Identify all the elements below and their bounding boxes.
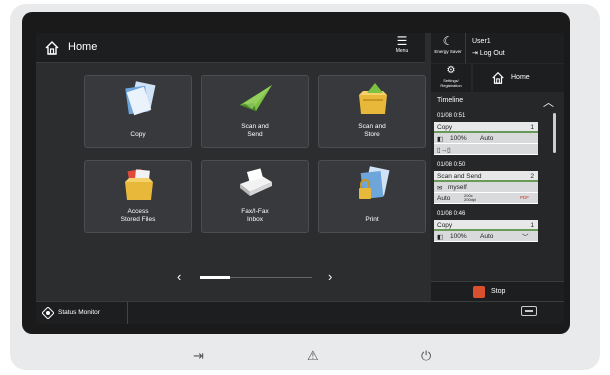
- job-layout-row: ▯→▯: [434, 144, 538, 155]
- home-button[interactable]: Home: [473, 64, 564, 92]
- job-name-row: Copy 1: [434, 220, 538, 231]
- next-page-button[interactable]: ›: [328, 269, 332, 284]
- stop-icon: [473, 286, 485, 298]
- tile-label: Copy: [130, 131, 146, 138]
- chevron-down-icon[interactable]: ﹀: [522, 231, 529, 241]
- job-count: 1: [530, 222, 534, 229]
- error-indicator-icon: ⚠: [307, 348, 319, 363]
- tile-label: Access Stored Files: [120, 208, 156, 223]
- settings-registration-button[interactable]: ⚙ Settings/ Registration: [431, 64, 471, 92]
- fax-inbox-icon: [240, 168, 272, 196]
- hamburger-icon: ☰: [396, 34, 408, 48]
- right-panel: ☾ Energy Saver User1 ⇥ Log Out ⚙ Setting…: [431, 33, 564, 301]
- home-icon: [492, 71, 504, 84]
- stop-button[interactable]: Stop: [431, 281, 564, 301]
- page-indicator: ‹ ›: [36, 269, 425, 285]
- tile-print[interactable]: Print: [318, 160, 426, 233]
- tile-fax-inbox[interactable]: Fax/I-Fax Inbox: [201, 160, 309, 233]
- user-name: User1: [472, 38, 491, 45]
- tile-label: Scan and Send: [241, 123, 269, 138]
- job-card[interactable]: Scan and Send 2 ✉ myself Auto 200x 200dp…: [434, 171, 538, 204]
- timeline-header: Timeline ︿: [431, 93, 564, 109]
- scan-send-icon: [240, 85, 272, 111]
- status-monitor-button[interactable]: Status Monitor: [36, 302, 128, 324]
- job-settings-row: ◧ 100% Auto: [434, 133, 538, 144]
- tile-scan-and-send[interactable]: Scan and Send: [201, 75, 309, 148]
- copy-icon: [125, 81, 156, 116]
- status-bar: Status Monitor: [36, 301, 564, 324]
- job-card[interactable]: Copy 1 ◧ 100% Auto ﹀: [434, 220, 538, 242]
- job-name: Copy: [437, 124, 453, 131]
- settings-label: Settings/ Registration: [440, 78, 462, 88]
- timeline-scrollbar[interactable]: [553, 113, 556, 153]
- status-monitor-icon: [42, 307, 54, 319]
- color-mode-icon: ◧: [437, 234, 444, 241]
- status-monitor-label: Status Monitor: [58, 309, 100, 316]
- job-format: PDF: [520, 195, 529, 200]
- job-card[interactable]: Copy 1 ◧ 100% Auto ▯→▯: [434, 122, 538, 155]
- tile-scan-and-store[interactable]: Scan and Store: [318, 75, 426, 148]
- layout-icon: ▯→▯: [437, 147, 451, 154]
- menu-button[interactable]: ☰ Menu: [380, 35, 424, 61]
- scan-store-icon: [359, 83, 387, 114]
- home-icon: [45, 41, 59, 55]
- moon-icon: ☾: [442, 34, 454, 48]
- job-name-row: Scan and Send 2: [434, 171, 538, 182]
- home-button-label: Home: [511, 74, 530, 81]
- power-icon[interactable]: ⏻: [421, 348, 431, 364]
- menu-label: Menu: [395, 48, 409, 54]
- energy-saver-button[interactable]: ☾ Energy Saver: [431, 33, 466, 63]
- user-area[interactable]: User1 ⇥ Log Out: [466, 33, 564, 63]
- job-name-row: Copy 1: [434, 122, 538, 133]
- job-zoom: 100%: [450, 233, 467, 240]
- prev-page-button[interactable]: ‹: [177, 269, 181, 284]
- counter-icon[interactable]: [521, 306, 537, 316]
- energy-saver-label: Energy Saver: [434, 49, 462, 54]
- timeline-label: Timeline: [437, 97, 464, 104]
- touch-screen: Home ☰ Menu Copy Scan and Send Scan and …: [36, 33, 564, 324]
- tile-copy[interactable]: Copy: [84, 75, 192, 148]
- page-thumb: [200, 276, 230, 279]
- job-time: 01/08 0:50: [437, 162, 466, 168]
- access-files-icon: [125, 168, 153, 200]
- job-name: Scan and Send: [437, 173, 482, 180]
- job-dest-row: ✉ myself: [434, 182, 538, 193]
- chevron-up-icon[interactable]: ︿: [543, 94, 554, 110]
- tile-label: Print: [365, 216, 379, 223]
- logout-button[interactable]: ⇥ Log Out: [472, 49, 505, 57]
- job-time: 01/08 0:51: [437, 113, 466, 119]
- job-name: Copy: [437, 222, 453, 229]
- email-icon: ✉: [437, 185, 443, 192]
- tile-access-stored-files[interactable]: Access Stored Files: [84, 160, 192, 233]
- job-mode: Auto: [437, 195, 451, 202]
- page-title: Home: [68, 41, 98, 53]
- job-mode: Auto: [480, 233, 494, 240]
- print-icon: [359, 166, 390, 199]
- job-count: 1: [530, 124, 534, 131]
- job-time: 01/08 0:46: [437, 211, 466, 217]
- tile-label: Fax/I-Fax Inbox: [241, 208, 269, 223]
- stop-label: Stop: [491, 288, 506, 295]
- tile-label: Scan and Store: [358, 123, 386, 138]
- job-mode: Auto: [480, 135, 494, 142]
- data-indicator-icon: ⇥: [193, 348, 204, 363]
- color-mode-icon: ◧: [437, 136, 444, 143]
- job-settings-row: Auto 200x 200dpi PDF: [434, 193, 538, 204]
- logout-label: Log Out: [479, 50, 505, 57]
- top-bar: Home ☰ Menu: [36, 33, 425, 63]
- job-zoom: 100%: [450, 135, 467, 142]
- logout-icon: ⇥: [472, 50, 480, 57]
- job-count: 2: [530, 173, 534, 180]
- job-resolution: 200x 200dpi: [464, 193, 477, 202]
- settings-icon: ⚙: [446, 65, 456, 76]
- job-settings-row: ◧ 100% Auto ﹀: [434, 231, 538, 242]
- job-destination: myself: [448, 184, 467, 191]
